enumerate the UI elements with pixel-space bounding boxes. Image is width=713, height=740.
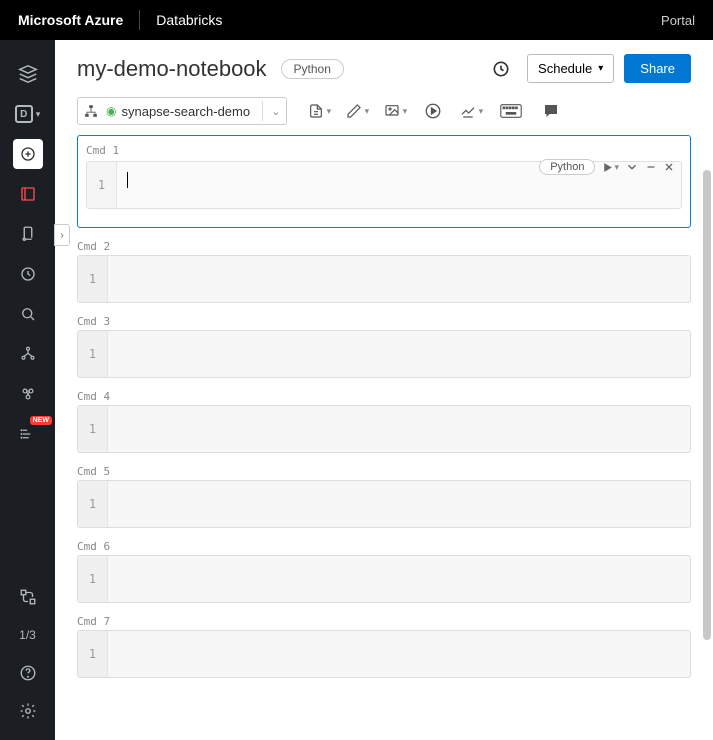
cluster-name: synapse-search-demo: [121, 104, 250, 119]
scrollbar[interactable]: [703, 170, 711, 650]
image-menu-button[interactable]: ▾: [377, 97, 413, 125]
brand-label: Microsoft Azure: [18, 12, 123, 28]
code-editor[interactable]: [108, 631, 690, 677]
code-editor[interactable]: [108, 481, 690, 527]
sidebar: D▾ NEW 1/3: [0, 40, 55, 740]
code-editor[interactable]: [108, 556, 690, 602]
cell-label: Cmd 4: [77, 390, 691, 403]
chevron-down-icon: ⌄: [262, 101, 280, 121]
cell-body[interactable]: 1: [77, 630, 691, 678]
clear-menu-button[interactable]: ▾: [453, 97, 489, 125]
sidebar-item-workflows[interactable]: NEW: [0, 414, 55, 454]
sidebar-expand-toggle[interactable]: ›: [54, 224, 70, 246]
comments-button[interactable]: [533, 97, 569, 125]
sidebar-item-mlflow[interactable]: [0, 578, 55, 616]
notebook-cell[interactable]: Cmd 5 1: [77, 465, 691, 528]
cell-body[interactable]: 1: [77, 480, 691, 528]
notebook-cell[interactable]: Cmd 6 1: [77, 540, 691, 603]
chevron-down-icon: ▾: [598, 63, 603, 74]
share-button[interactable]: Share: [624, 54, 691, 83]
cell-body[interactable]: 1: [77, 405, 691, 453]
cell-label: Cmd 3: [77, 315, 691, 328]
sidebar-counter: 1/3: [19, 616, 36, 654]
keyboard-shortcuts-button[interactable]: [491, 97, 531, 125]
create-button[interactable]: [13, 139, 43, 169]
edit-menu-button[interactable]: ▾: [339, 97, 375, 125]
line-number-gutter: 1: [78, 256, 108, 302]
code-editor[interactable]: [108, 256, 690, 302]
schedule-label: Schedule: [538, 61, 592, 76]
portal-link[interactable]: Portal: [661, 13, 695, 28]
sidebar-item-search[interactable]: [0, 294, 55, 334]
notebook-toolbar: ◉ synapse-search-demo ⌄ ▾ ▾ ▾ ▾: [55, 93, 713, 133]
sidebar-item-data[interactable]: [0, 334, 55, 374]
sidebar-item-repos[interactable]: [0, 214, 55, 254]
chevron-down-icon[interactable]: [625, 160, 639, 174]
new-badge: NEW: [30, 416, 52, 425]
hierarchy-icon: [84, 104, 98, 118]
cell-label: Cmd 5: [77, 465, 691, 478]
schedule-button[interactable]: Schedule ▾: [527, 54, 614, 83]
language-pill[interactable]: Python: [281, 59, 344, 79]
notebook-cell[interactable]: Cmd 3 1: [77, 315, 691, 378]
line-number-gutter: 1: [87, 162, 117, 208]
file-menu-button[interactable]: ▾: [301, 97, 337, 125]
cell-body[interactable]: 1: [77, 555, 691, 603]
notebook-cell[interactable]: Cmd 7 1: [77, 615, 691, 678]
line-number-gutter: 1: [78, 631, 108, 677]
line-number-gutter: 1: [78, 556, 108, 602]
top-bar: Microsoft Azure Databricks Portal: [0, 0, 713, 40]
cell-label: Cmd 7: [77, 615, 691, 628]
sidebar-persona-switcher[interactable]: D▾: [0, 94, 55, 134]
databricks-logo-icon[interactable]: [0, 54, 55, 94]
sidebar-item-help[interactable]: [0, 654, 55, 692]
product-label: Databricks: [156, 12, 222, 28]
sidebar-item-recents[interactable]: [0, 254, 55, 294]
notebook-cell[interactable]: Cmd 4 1: [77, 390, 691, 453]
main-content: my-demo-notebook Python Schedule ▾ Share…: [55, 40, 713, 740]
cluster-attach-dropdown[interactable]: ◉ synapse-search-demo ⌄: [77, 97, 287, 125]
cell-body[interactable]: 1: [77, 330, 691, 378]
cell-label: Cmd 6: [77, 540, 691, 553]
code-editor[interactable]: [108, 331, 690, 377]
run-cell-button[interactable]: ▾: [601, 161, 619, 174]
notebook-cell[interactable]: Cmd 1 1 Python ▾: [77, 135, 691, 228]
cell-label: Cmd 2: [77, 240, 691, 253]
minimize-cell-button[interactable]: [645, 161, 657, 173]
close-cell-button[interactable]: [663, 161, 675, 173]
cell-language-pill[interactable]: Python: [539, 159, 595, 175]
cell-body[interactable]: 1: [77, 255, 691, 303]
run-all-button[interactable]: [415, 97, 451, 125]
cells-container: Cmd 11Python▾Cmd 21Cmd 31Cmd 41Cmd 51Cmd…: [55, 133, 713, 740]
cell-toolbar: Python ▾: [539, 159, 675, 175]
notebook-title[interactable]: my-demo-notebook: [77, 56, 267, 82]
notebook-header: my-demo-notebook Python Schedule ▾ Share: [55, 40, 713, 93]
sidebar-item-workspace[interactable]: [0, 174, 55, 214]
line-number-gutter: 1: [78, 406, 108, 452]
sidebar-item-settings[interactable]: [0, 692, 55, 730]
status-dot-icon: ◉: [106, 104, 116, 118]
line-number-gutter: 1: [78, 331, 108, 377]
cell-body[interactable]: 1 Python ▾: [86, 161, 682, 209]
cell-label: Cmd 1: [86, 144, 682, 157]
sidebar-item-compute[interactable]: [0, 374, 55, 414]
text-cursor: [127, 172, 128, 188]
notebook-cell[interactable]: Cmd 2 1: [77, 240, 691, 303]
topbar-divider: [139, 10, 140, 30]
code-editor[interactable]: [108, 406, 690, 452]
history-icon[interactable]: [491, 59, 511, 79]
line-number-gutter: 1: [78, 481, 108, 527]
